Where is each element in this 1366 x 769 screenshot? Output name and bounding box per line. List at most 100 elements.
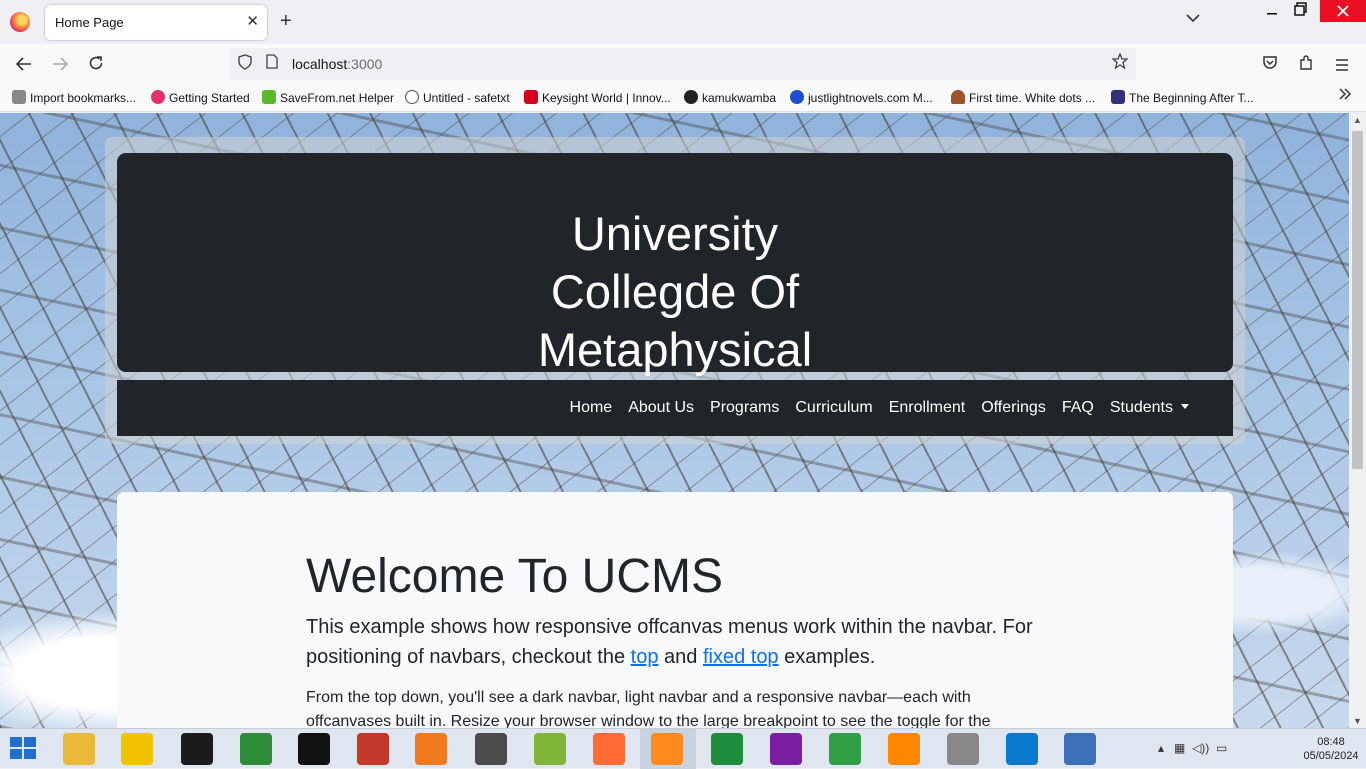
url-bar[interactable]: localhost:3000 bbox=[230, 48, 1136, 80]
scroll-up-icon[interactable]: ▲ bbox=[1353, 115, 1362, 125]
reload-icon[interactable] bbox=[83, 52, 109, 78]
tab-bar: Home Page ✕ + bbox=[0, 0, 1366, 44]
terminal-app-icon[interactable] bbox=[298, 733, 330, 765]
url-text[interactable]: localhost:3000 bbox=[292, 56, 382, 72]
nav-home[interactable]: Home bbox=[562, 399, 621, 417]
settings-app-icon[interactable] bbox=[357, 733, 389, 765]
firefox-app-icon[interactable] bbox=[651, 733, 683, 765]
maximize-window-icon[interactable] bbox=[1294, 2, 1308, 19]
extensions-icon[interactable] bbox=[1293, 52, 1319, 78]
network-icon[interactable]: ▦ bbox=[1174, 741, 1185, 755]
chart-app-icon[interactable] bbox=[829, 733, 861, 765]
calculator-app-icon[interactable] bbox=[711, 733, 743, 765]
firefox-logo-icon[interactable] bbox=[10, 12, 30, 32]
nav-faq[interactable]: FAQ bbox=[1054, 399, 1102, 417]
nav-students-label: Students bbox=[1109, 399, 1173, 416]
justlightnovels-icon bbox=[790, 90, 804, 104]
nav-students-dropdown[interactable]: Students bbox=[1102, 399, 1197, 417]
start-windows-icon[interactable] bbox=[10, 737, 38, 761]
bookmark-label: Keysight World | Innov... bbox=[542, 91, 671, 105]
back-icon[interactable] bbox=[11, 52, 37, 78]
scroll-down-icon[interactable]: ▼ bbox=[1353, 716, 1362, 726]
bookmarks-toolbar: Import bookmarks... Getting Started Save… bbox=[0, 84, 1366, 112]
url-host: localhost bbox=[292, 56, 348, 72]
keyboard-app-icon[interactable] bbox=[1064, 733, 1096, 765]
bookmark-label: Getting Started bbox=[169, 91, 250, 105]
bookmark-item[interactable]: Getting Started bbox=[151, 90, 250, 105]
volume-icon[interactable]: ◁)) bbox=[1192, 741, 1209, 755]
database-app-icon[interactable] bbox=[947, 733, 979, 765]
page-scrollbar[interactable]: ▲ ▼ bbox=[1349, 113, 1366, 728]
file-explorer-icon[interactable] bbox=[63, 733, 95, 765]
bookmark-label: First time. White dots ... bbox=[969, 91, 1096, 105]
lnpub-icon bbox=[1111, 90, 1125, 104]
tab-home-page[interactable]: Home Page ✕ bbox=[45, 5, 267, 40]
robot-app-icon[interactable] bbox=[475, 733, 507, 765]
bookmark-label: Untitled - safetxt bbox=[423, 91, 510, 105]
globe-icon bbox=[405, 90, 419, 104]
emoji-app-icon[interactable] bbox=[121, 733, 153, 765]
vscode-app-icon[interactable] bbox=[1006, 733, 1038, 765]
tracking-protection-icon[interactable] bbox=[238, 54, 252, 74]
url-port: :3000 bbox=[347, 56, 383, 72]
new-tab-button[interactable]: + bbox=[280, 10, 292, 32]
nav-programs[interactable]: Programs bbox=[702, 399, 787, 417]
close-tab-icon[interactable]: ✕ bbox=[246, 12, 259, 32]
close-window-icon[interactable] bbox=[1320, 0, 1366, 22]
import-bookmarks-icon bbox=[12, 90, 26, 104]
top-link[interactable]: top bbox=[631, 646, 659, 668]
clock[interactable]: 08:48 05/05/2024 bbox=[1300, 735, 1362, 763]
body-paragraph: From the top down, you'll see a dark nav… bbox=[306, 689, 991, 728]
chameleon-app-icon[interactable] bbox=[534, 733, 566, 765]
browser-toolbar: localhost:3000 bbox=[0, 44, 1366, 84]
lead-text-mid: and bbox=[658, 646, 703, 668]
hero-banner: University Collegde Of Metaphysical Scie… bbox=[117, 153, 1233, 434]
bookmark-item[interactable]: First time. White dots ... bbox=[951, 90, 1095, 105]
paint-app-icon[interactable] bbox=[593, 733, 625, 765]
show-hidden-icons-icon[interactable]: ▴ bbox=[1158, 741, 1164, 755]
globe-app-icon[interactable] bbox=[240, 733, 272, 765]
list-all-tabs-icon[interactable] bbox=[1186, 12, 1200, 26]
caret-down-icon bbox=[1181, 404, 1189, 409]
nav-offerings[interactable]: Offerings bbox=[973, 399, 1054, 417]
bookmark-label: The Beginning After T... bbox=[1129, 91, 1254, 105]
content-card: Welcome To UCMS This example shows how r… bbox=[117, 492, 1233, 728]
bookmark-label: Import bookmarks... bbox=[30, 91, 137, 105]
bookmark-item[interactable]: Untitled - safetxt bbox=[405, 90, 510, 105]
lead-text-end: examples. bbox=[778, 646, 876, 668]
github-icon bbox=[684, 90, 698, 104]
nav-curriculum[interactable]: Curriculum bbox=[787, 399, 880, 417]
bookmark-item[interactable]: kamukwamba bbox=[684, 90, 776, 105]
bookmark-item[interactable]: SaveFrom.net Helper bbox=[262, 90, 394, 105]
page-viewport: University Collegde Of Metaphysical Scie… bbox=[0, 113, 1349, 728]
forward-icon[interactable] bbox=[47, 52, 73, 78]
minimize-window-icon[interactable] bbox=[1266, 2, 1282, 22]
bookmark-item[interactable]: Keysight World | Innov... bbox=[524, 90, 671, 105]
mask-app-icon[interactable] bbox=[770, 733, 802, 765]
pocket-icon[interactable] bbox=[1257, 52, 1283, 78]
nav-enrollment[interactable]: Enrollment bbox=[881, 399, 973, 417]
bookmark-label: justlightnovels.com M... bbox=[808, 91, 933, 105]
bookmark-label: SaveFrom.net Helper bbox=[280, 91, 395, 105]
more-bookmarks-chevron-icon[interactable] bbox=[1338, 87, 1352, 106]
firefox-icon bbox=[151, 90, 165, 104]
nav-about-us[interactable]: About Us bbox=[620, 399, 702, 417]
mushroom-icon bbox=[951, 90, 965, 104]
archicad-app-icon[interactable] bbox=[181, 733, 213, 765]
bookmark-star-icon[interactable] bbox=[1111, 52, 1129, 74]
bookmark-item[interactable]: Import bookmarks... bbox=[12, 90, 136, 105]
lead-paragraph: This example shows how responsive offcan… bbox=[306, 612, 1046, 672]
battery-icon[interactable]: ▭ bbox=[1216, 741, 1227, 755]
page-info-icon[interactable] bbox=[266, 54, 278, 72]
fixed-top-link[interactable]: fixed top bbox=[703, 646, 779, 668]
bookmark-item[interactable]: justlightnovels.com M... bbox=[790, 90, 933, 105]
vlc-app-icon[interactable] bbox=[888, 733, 920, 765]
clock-date: 05/05/2024 bbox=[1303, 750, 1359, 762]
nav-links: Home About Us Programs Curriculum Enroll… bbox=[562, 380, 1197, 436]
pdf-app-icon[interactable] bbox=[415, 733, 447, 765]
keysight-icon bbox=[524, 90, 538, 104]
system-tray[interactable]: ▴ ▦ ◁)) ▭ bbox=[1158, 741, 1227, 755]
bookmark-item[interactable]: The Beginning After T... bbox=[1111, 90, 1254, 105]
app-menu-icon[interactable] bbox=[1329, 52, 1355, 78]
scroll-thumb[interactable] bbox=[1352, 131, 1363, 469]
